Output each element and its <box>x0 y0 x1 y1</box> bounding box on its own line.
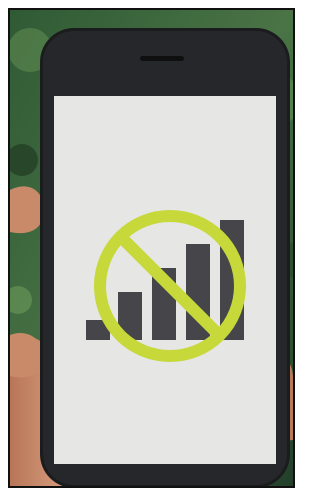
phone-speaker <box>140 56 184 61</box>
phone-no-signal-photo <box>10 10 293 486</box>
photo-frame <box>8 8 295 488</box>
